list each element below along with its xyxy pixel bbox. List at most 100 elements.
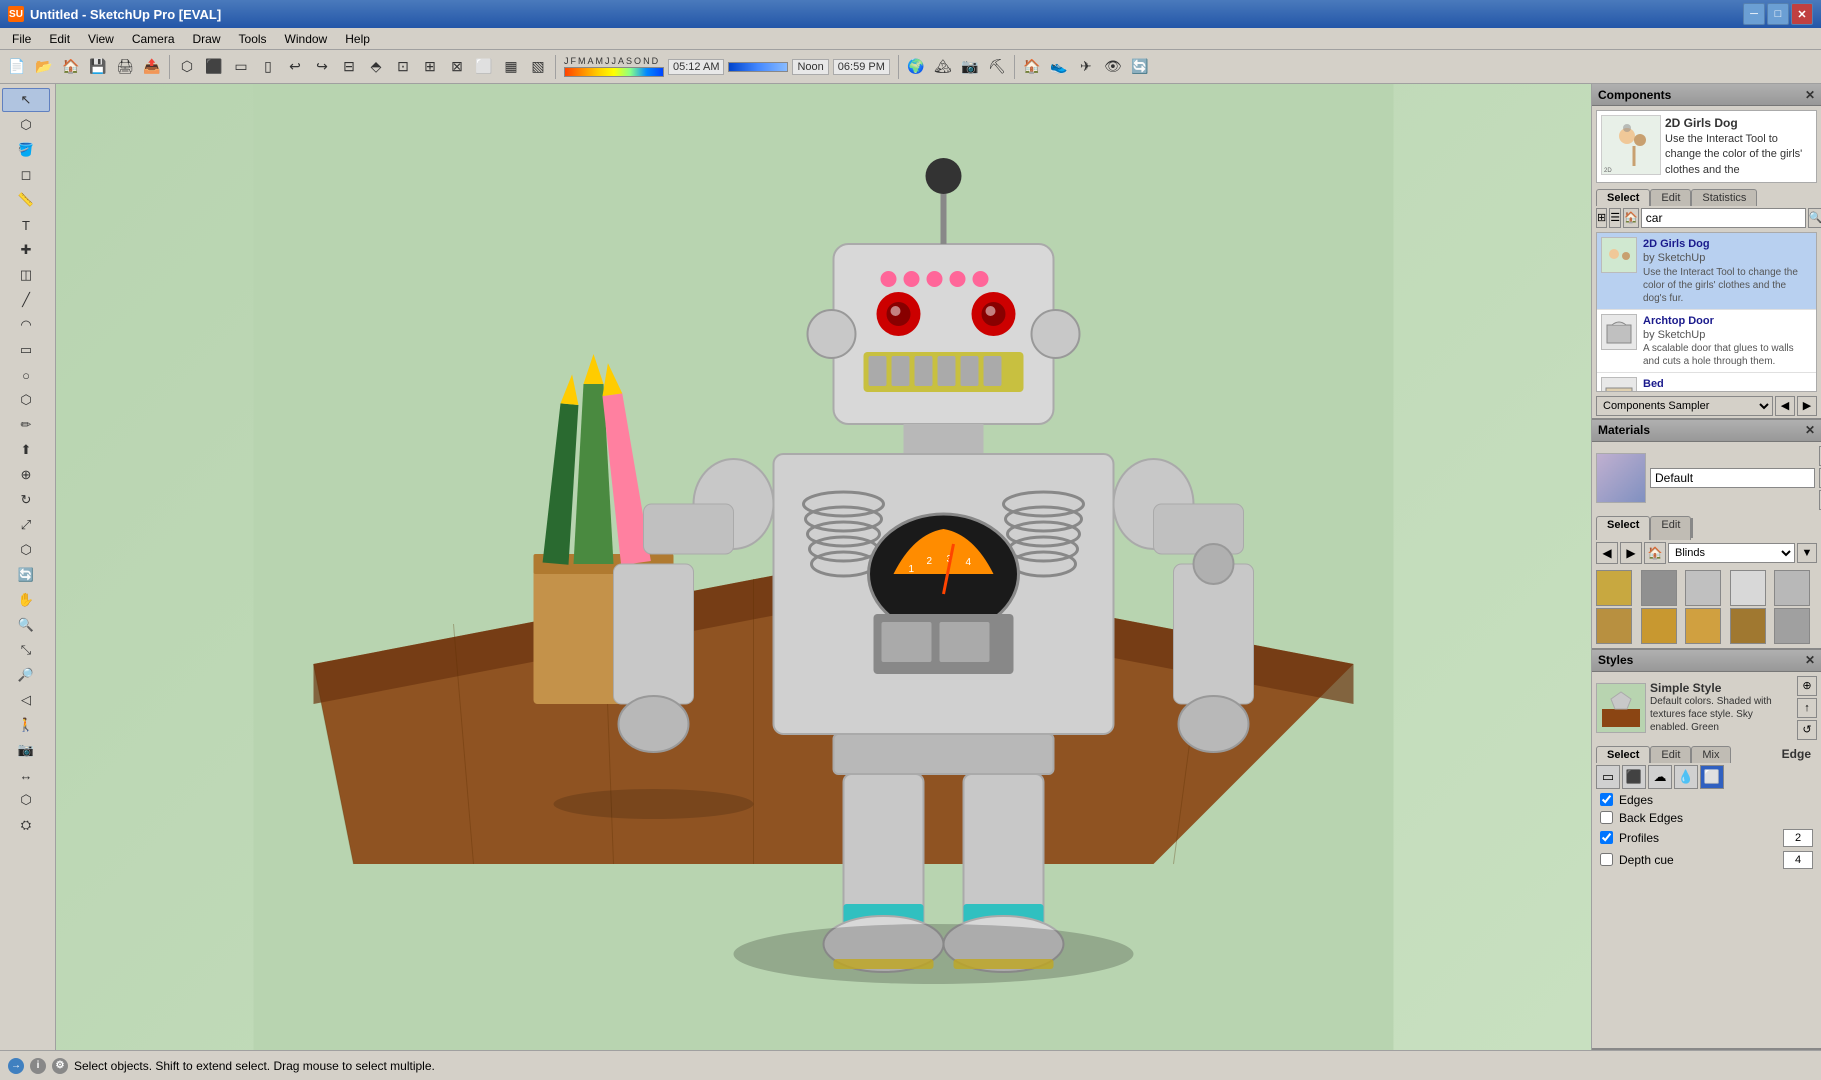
style-edges-btn[interactable]: ▭ (1596, 765, 1620, 789)
rectangle-tool[interactable]: ▭ (2, 338, 50, 362)
mat-swatch-3[interactable] (1730, 570, 1766, 606)
text-tool[interactable]: T (2, 213, 50, 237)
save-button[interactable]: 💾 (85, 54, 111, 80)
comp-search-input[interactable] (1641, 208, 1806, 228)
styles-close[interactable]: ✕ (1805, 653, 1815, 667)
look-button[interactable]: 👁 (1100, 54, 1126, 80)
advanced-tool[interactable]: ⛭ (2, 813, 50, 837)
view-wire[interactable]: ⊞ (417, 54, 443, 80)
comp-list-item-2[interactable]: Bed by SketchUp Configurable Platform Be… (1597, 373, 1816, 392)
view-back[interactable]: ↩ (282, 54, 308, 80)
profiles-value[interactable] (1783, 829, 1813, 847)
print-button[interactable]: 🖨 (112, 54, 138, 80)
section-button[interactable]: ⛏ (984, 54, 1010, 80)
tab-styles-select[interactable]: Select (1596, 746, 1650, 763)
mat-swatch-2[interactable] (1685, 570, 1721, 606)
line-tool[interactable]: ╱ (2, 288, 50, 312)
view-iso[interactable]: ⬡ (174, 54, 200, 80)
sandbox-tool[interactable]: ⬡ (2, 788, 50, 812)
section-tool[interactable]: ◫ (2, 263, 50, 287)
view-right[interactable]: ▯ (255, 54, 281, 80)
close-button[interactable]: ✕ (1791, 3, 1813, 25)
comp-dropdown-right[interactable]: ▶ (1797, 396, 1817, 416)
open-button[interactable]: 📂 (31, 54, 57, 80)
style-watermark-btn[interactable]: 💧 (1674, 765, 1698, 789)
mat-swatch-0[interactable] (1596, 570, 1632, 606)
3d-button[interactable]: 🏔 (930, 54, 956, 80)
menu-draw[interactable]: Draw (185, 30, 229, 48)
style-modeling-btn[interactable]: ⬜ (1700, 765, 1724, 789)
view-persp[interactable]: ⬘ (363, 54, 389, 80)
component-list[interactable]: 2D Girls Dog by SketchUp Use the Interac… (1596, 232, 1817, 392)
profiles-label[interactable]: Profiles (1619, 831, 1659, 845)
scale-tool[interactable]: ⤢ (2, 513, 50, 537)
tab-components-edit[interactable]: Edit (1650, 189, 1691, 206)
mat-back-btn[interactable]: ◀ (1596, 542, 1618, 564)
polygon-tool[interactable]: ⬡ (2, 388, 50, 412)
sun-gradient-blue[interactable] (728, 62, 788, 72)
style-update-btn[interactable]: ↑ (1797, 698, 1817, 718)
menu-view[interactable]: View (80, 30, 122, 48)
materials-close[interactable]: ✕ (1805, 423, 1815, 437)
mat-detail-btn[interactable]: ▼ (1797, 543, 1817, 563)
menu-window[interactable]: Window (277, 30, 336, 48)
rotate-tool[interactable]: ↻ (2, 488, 50, 512)
geo-button[interactable]: 🌍 (903, 54, 929, 80)
backedges-label[interactable]: Back Edges (1619, 811, 1683, 825)
component-tool[interactable]: ⬡ (2, 113, 50, 137)
new-button[interactable]: 📄 (4, 54, 30, 80)
mat-swatch-1[interactable] (1641, 570, 1677, 606)
tab-materials-select[interactable]: Select (1596, 516, 1650, 540)
edges-label[interactable]: Edges (1619, 793, 1653, 807)
comp-list-item-1[interactable]: Archtop Door by SketchUp A scalable door… (1597, 310, 1816, 374)
photo-button[interactable]: 📷 (957, 54, 983, 80)
mat-name-input[interactable] (1650, 468, 1815, 488)
tab-styles-mix[interactable]: Mix (1691, 746, 1730, 763)
comp-list-view[interactable]: ☰ (1609, 208, 1621, 228)
comp-grid-view[interactable]: ⊞ (1596, 208, 1607, 228)
view-xray[interactable]: ⊡ (390, 54, 416, 80)
style-alt-btn[interactable]: ↺ (1797, 720, 1817, 740)
view-front[interactable]: ▭ (228, 54, 254, 80)
view-left[interactable]: ↪ (309, 54, 335, 80)
mat-swatch-5[interactable] (1596, 608, 1632, 644)
backedges-checkbox[interactable] (1600, 811, 1613, 824)
mat-home-btn[interactable]: 🏠 (1644, 542, 1666, 564)
minimize-button[interactable]: ─ (1743, 3, 1765, 25)
walk-button[interactable]: 👟 (1046, 54, 1072, 80)
style-create-btn[interactable]: ⊕ (1797, 676, 1817, 696)
depthcue-checkbox[interactable] (1600, 853, 1613, 866)
zoomextents-tool[interactable]: ⤡ (2, 638, 50, 662)
mat-swatch-8[interactable] (1730, 608, 1766, 644)
orbit-button[interactable]: 🔄 (1127, 54, 1153, 80)
circle-tool[interactable]: ○ (2, 363, 50, 387)
view-monochrome[interactable]: ▧ (525, 54, 551, 80)
view-hidden[interactable]: ⊠ (444, 54, 470, 80)
mat-swatch-7[interactable] (1685, 608, 1721, 644)
maximize-button[interactable]: □ (1767, 3, 1789, 25)
freehand-tool[interactable]: ✏ (2, 413, 50, 437)
view-bottom[interactable]: ⊟ (336, 54, 362, 80)
walk2-tool[interactable]: 🚶 (2, 713, 50, 737)
axes-tool[interactable]: ✚ (2, 238, 50, 262)
home-button[interactable]: 🏠 (58, 54, 84, 80)
move-tool[interactable]: ⊕ (2, 463, 50, 487)
components-close[interactable]: ✕ (1805, 88, 1815, 102)
mat-swatch-6[interactable] (1641, 608, 1677, 644)
menu-camera[interactable]: Camera (124, 30, 183, 48)
paint-tool[interactable]: 🪣 (2, 138, 50, 162)
window-controls[interactable]: ─ □ ✕ (1743, 3, 1813, 25)
menu-help[interactable]: Help (337, 30, 378, 48)
viewport[interactable]: 1 2 3 4 (56, 84, 1591, 1050)
view-tex[interactable]: ▦ (498, 54, 524, 80)
depthcue-label[interactable]: Depth cue (1619, 853, 1674, 867)
mat-swatch-9[interactable] (1774, 608, 1810, 644)
style-faces-btn[interactable]: ⬛ (1622, 765, 1646, 789)
view-top[interactable]: ⬛ (201, 54, 227, 80)
edges-checkbox[interactable] (1600, 793, 1613, 806)
depthcue-value[interactable] (1783, 851, 1813, 869)
menu-file[interactable]: File (4, 30, 39, 48)
comp-home[interactable]: 🏠 (1623, 208, 1639, 228)
style-bg-btn[interactable]: ☁ (1648, 765, 1672, 789)
zoom-tool[interactable]: 🔍 (2, 613, 50, 637)
